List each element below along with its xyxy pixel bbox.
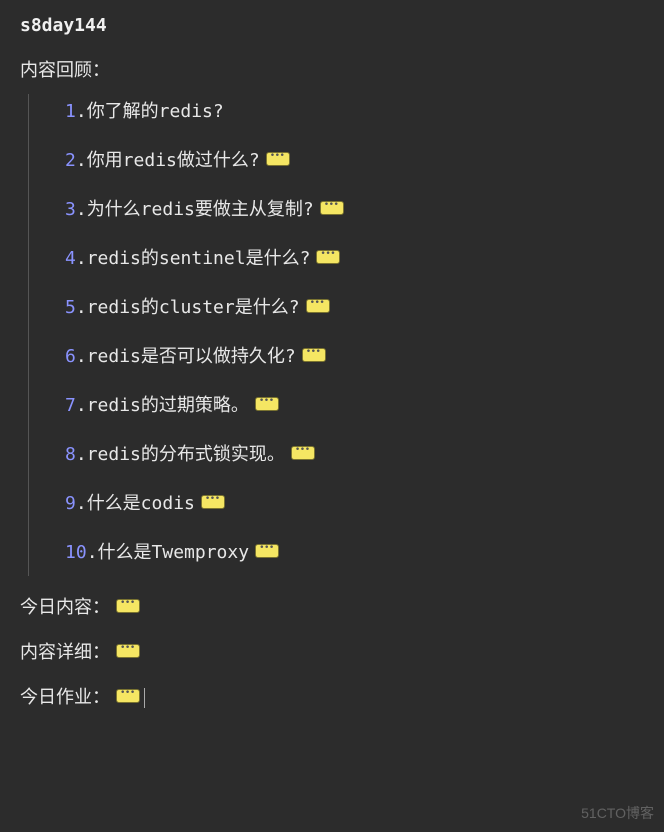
fold-badge-icon[interactable] xyxy=(255,397,279,411)
item-dot: . xyxy=(76,101,87,122)
item-number: 7 xyxy=(65,395,76,416)
list-item: 5.redis的cluster是什么? xyxy=(65,294,644,321)
item-text: 你用redis做过什么? xyxy=(87,150,260,171)
fold-badge-icon[interactable] xyxy=(306,299,330,313)
list-item: 10.什么是Twemproxy xyxy=(65,539,644,566)
item-dot: . xyxy=(87,542,98,563)
item-number: 5 xyxy=(65,297,76,318)
list-item: 7.redis的过期策略。 xyxy=(65,392,644,419)
fold-badge-icon[interactable] xyxy=(291,446,315,460)
text-cursor xyxy=(144,688,145,708)
item-number: 4 xyxy=(65,248,76,269)
fold-badge-icon[interactable] xyxy=(255,544,279,558)
review-label: 内容回顾： xyxy=(20,57,644,84)
section-label: 今日内容： xyxy=(20,597,110,618)
item-text: redis的过期策略。 xyxy=(87,395,249,416)
item-dot: . xyxy=(76,346,87,367)
item-text: 你了解的redis? xyxy=(87,101,224,122)
item-dot: . xyxy=(76,395,87,416)
item-dot: . xyxy=(76,150,87,171)
section-label: 今日作业： xyxy=(20,687,110,708)
item-dot: . xyxy=(76,248,87,269)
list-item: 3.为什么redis要做主从复制? xyxy=(65,196,644,223)
item-dot: . xyxy=(76,199,87,220)
list-item: 4.redis的sentinel是什么? xyxy=(65,245,644,272)
item-text: redis的cluster是什么? xyxy=(87,297,300,318)
list-item: 8.redis的分布式锁实现。 xyxy=(65,441,644,468)
item-text: 什么是Twemproxy xyxy=(98,542,250,563)
fold-badge-icon[interactable] xyxy=(302,348,326,362)
item-dot: . xyxy=(76,493,87,514)
review-list: 1.你了解的redis?2.你用redis做过什么?3.为什么redis要做主从… xyxy=(28,94,644,576)
item-dot: . xyxy=(76,297,87,318)
fold-badge-icon[interactable] xyxy=(266,152,290,166)
fold-badge-icon[interactable] xyxy=(116,689,140,703)
fold-badge-icon[interactable] xyxy=(316,250,340,264)
section-row: 今日作业： xyxy=(20,684,644,711)
fold-badge-icon[interactable] xyxy=(201,495,225,509)
item-text: 为什么redis要做主从复制? xyxy=(87,199,314,220)
fold-badge-icon[interactable] xyxy=(116,599,140,613)
item-number: 3 xyxy=(65,199,76,220)
list-item: 2.你用redis做过什么? xyxy=(65,147,644,174)
item-number: 9 xyxy=(65,493,76,514)
watermark: 51CTO博客 xyxy=(581,803,654,824)
item-number: 2 xyxy=(65,150,76,171)
item-text: redis的sentinel是什么? xyxy=(87,248,311,269)
list-item: 6.redis是否可以做持久化? xyxy=(65,343,644,370)
item-number: 1 xyxy=(65,101,76,122)
item-text: redis是否可以做持久化? xyxy=(87,346,296,367)
list-item: 9.什么是codis xyxy=(65,490,644,517)
item-text: redis的分布式锁实现。 xyxy=(87,444,285,465)
fold-badge-icon[interactable] xyxy=(320,201,344,215)
list-item: 1.你了解的redis? xyxy=(65,98,644,125)
document-title: s8day144 xyxy=(20,12,644,39)
item-text: 什么是codis xyxy=(87,493,195,514)
section-label: 内容详细： xyxy=(20,642,110,663)
item-number: 6 xyxy=(65,346,76,367)
section-row: 内容详细： xyxy=(20,639,644,666)
fold-badge-icon[interactable] xyxy=(116,644,140,658)
item-number: 8 xyxy=(65,444,76,465)
item-number: 10 xyxy=(65,542,87,563)
section-row: 今日内容： xyxy=(20,594,644,621)
item-dot: . xyxy=(76,444,87,465)
